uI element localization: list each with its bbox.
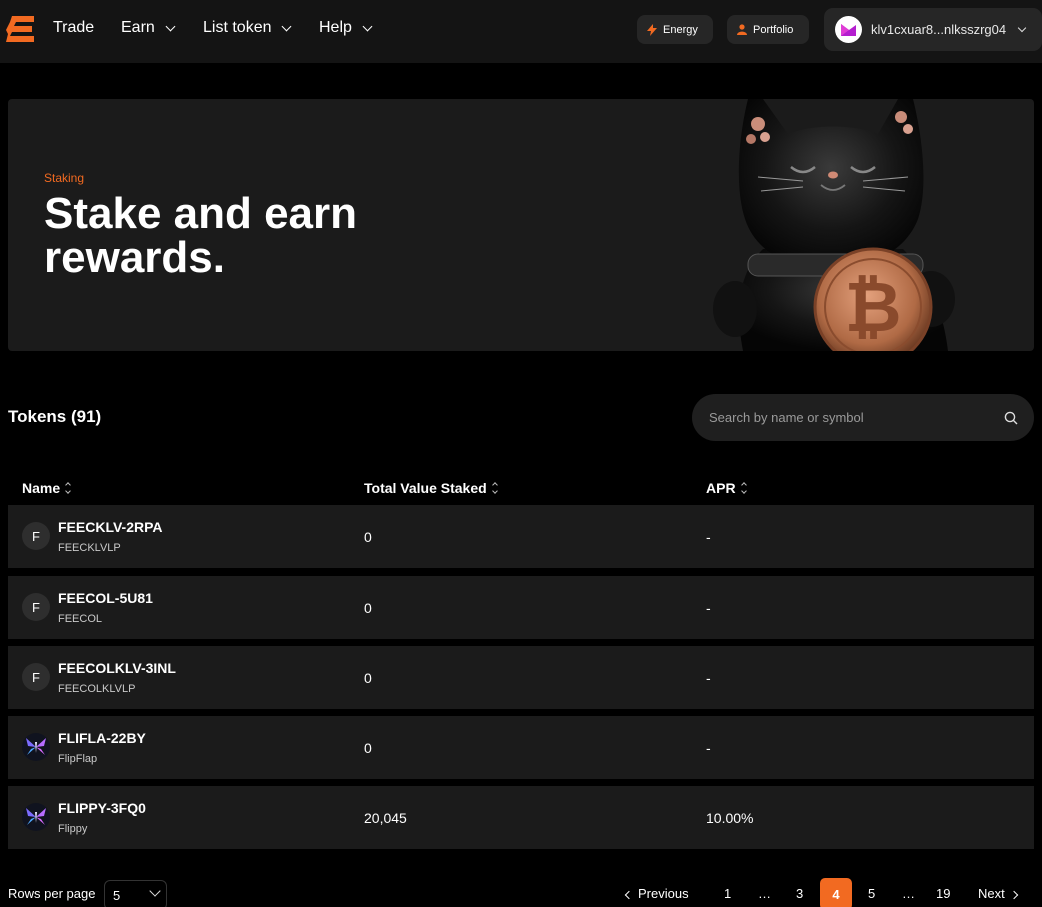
apr-value: - [706,740,711,756]
rows-per-page-value: 5 [113,887,121,903]
token-symbol: FlipFlap [58,753,98,765]
total-value-staked: 0 [364,740,372,756]
energy-label: Energy [663,23,698,36]
apr-value: - [706,670,711,686]
page-5-button[interactable]: 5 [868,886,875,901]
token-name: FLIFLA-22BY [58,730,146,746]
next-page-button[interactable]: Next [978,886,1018,901]
rows-per-page-select[interactable]: 5 [104,880,167,907]
search-icon[interactable] [1004,411,1018,425]
token-name: FLIPPY-3FQ0 [58,800,146,816]
logo-icon[interactable] [4,14,36,44]
nav-earn[interactable]: Earn [121,19,176,37]
nav-help[interactable]: Help [319,19,373,37]
token-name: FEECOL-5U81 [58,590,153,606]
rows-per-page-label: Rows per page [8,886,96,901]
chevron-down-icon [282,21,292,31]
token-symbol: Flippy [58,823,88,835]
apr-value: 10.00% [706,810,754,826]
energy-button[interactable]: Energy [637,15,713,44]
wallet-avatar [835,16,862,43]
tokens-count-title: Tokens (91) [8,407,102,426]
lucky-cat-image: ₿ [713,99,955,351]
token-symbol: FEECOLKLVLP [58,683,136,695]
hero-eyebrow: Staking [44,171,85,185]
chevron-down-icon [165,21,176,31]
sort-icon [740,482,747,494]
chevron-left-icon [624,890,634,900]
total-value-staked: 0 [364,670,372,686]
user-icon [737,24,747,35]
table-row[interactable]: F FEECKLV-2RPA FEECKLVLP 0 - [8,505,1034,568]
page-3-button[interactable]: 3 [796,886,803,901]
table-row[interactable]: FLIFLA-22BY FlipFlap 0 - [8,716,1034,779]
portfolio-button[interactable]: Portfolio [727,15,809,44]
column-header-name[interactable]: Name [22,480,71,496]
token-letter-icon: F [22,522,50,550]
table-row[interactable]: F FEECOL-5U81 FEECOL 0 - [8,576,1034,639]
table-row[interactable]: F FEECOLKLV-3INL FEECOLKLVLP 0 - [8,646,1034,709]
butterfly-icon [22,733,50,761]
wallet-button[interactable]: klv1cxuar8...nlksszrg04 [824,8,1042,51]
table-row[interactable]: FLIPPY-3FQ0 Flippy 20,045 10.00% [8,786,1034,849]
chevron-down-icon [362,21,373,31]
chevron-down-icon [149,885,161,897]
token-letter-icon: F [22,593,50,621]
butterfly-icon [22,803,50,831]
page-ellipsis: … [758,886,771,901]
lightning-icon [647,23,657,36]
total-value-staked: 20,045 [364,810,407,826]
token-search[interactable] [692,394,1034,441]
token-symbol: FEECKLVLP [58,542,121,554]
portfolio-label: Portfolio [753,23,794,36]
token-symbol: FEECOL [58,613,103,625]
token-name: FEECOLKLV-3INL [58,660,176,676]
svg-text:₿: ₿ [844,266,901,348]
search-input[interactable] [709,410,1004,425]
hero-title: Stake and earn rewards. [44,189,358,282]
chevron-down-icon [1017,23,1027,32]
nav-list-token[interactable]: List token [203,19,292,37]
sort-icon [491,482,498,494]
page-19-button[interactable]: 19 [936,886,950,901]
wallet-address: klv1cxuar8...nlksszrg04 [871,22,1007,37]
nav-trade[interactable]: Trade [53,19,94,37]
page-4-button-current[interactable]: 4 [820,878,852,907]
staking-hero: Staking Stake and earn rewards. ₿ [8,99,1034,351]
total-value-staked: 0 [364,600,372,616]
page-ellipsis: … [902,886,915,901]
top-nav: Trade Earn List token Help Energy Portfo… [0,0,1042,63]
column-header-total-value-staked[interactable]: Total Value Staked [364,480,498,496]
total-value-staked: 0 [364,529,372,545]
sort-icon [65,482,71,494]
previous-page-button[interactable]: Previous [624,886,689,901]
apr-value: - [706,529,711,545]
chevron-right-icon [1009,890,1018,900]
column-header-apr[interactable]: APR [706,480,747,496]
apr-value: - [706,600,711,616]
token-name: FEECKLV-2RPA [58,519,163,535]
token-letter-icon: F [22,663,50,691]
page-1-button[interactable]: 1 [724,886,731,901]
